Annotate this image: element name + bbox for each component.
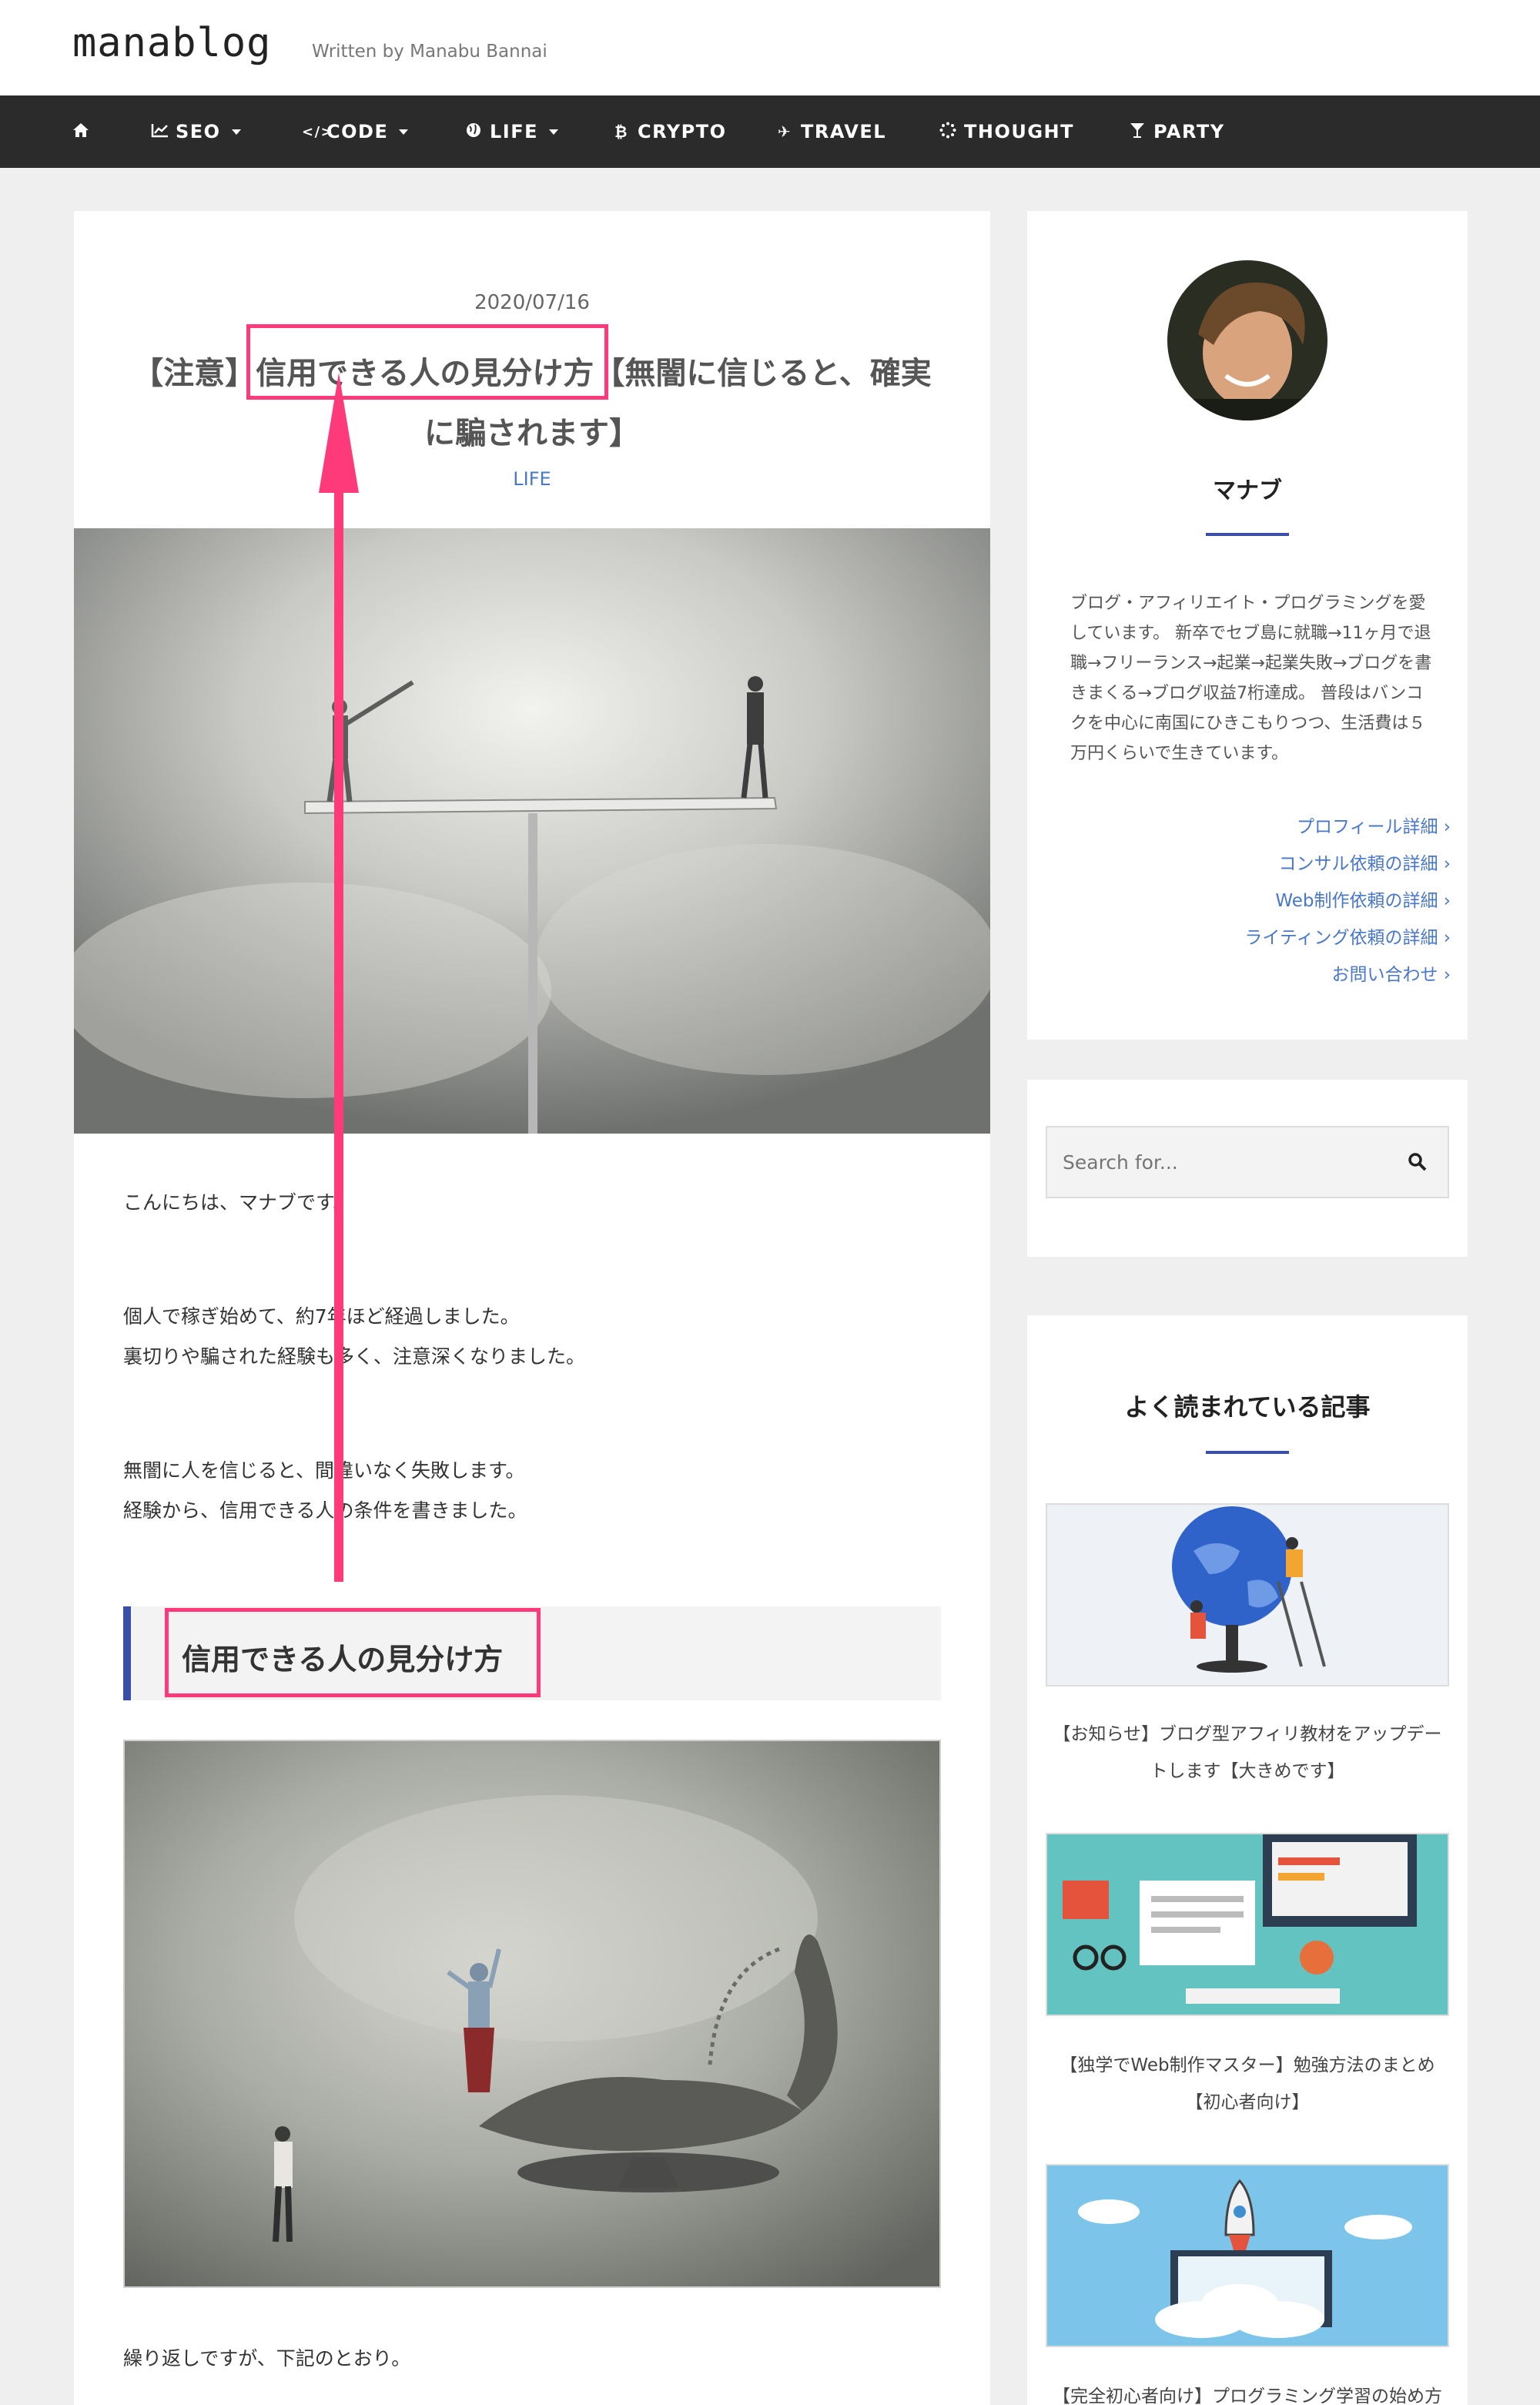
nav-travel[interactable]: ✈ TRAVEL	[776, 95, 886, 168]
cocktail-icon	[1129, 122, 1146, 142]
popular-posts-widget: よく読まれている記事 【お知らせ】ブログ型アフィリ教材をアップデー トします【大…	[1027, 1315, 1468, 2405]
nav-party-label: PARTY	[1153, 121, 1225, 142]
popular-post-title-cont[interactable]: 【初心者向け】	[1046, 2084, 1449, 2121]
line-chart-icon	[151, 122, 168, 142]
profile-detail-link[interactable]: プロフィール詳細 ›	[1297, 812, 1451, 838]
nav-crypto[interactable]: ₿ CRYPTO	[613, 95, 727, 168]
popular-post-thumbnail[interactable]	[1046, 1503, 1449, 1687]
popular-post-thumbnail[interactable]	[1046, 1833, 1449, 2016]
annotation-arrow-icon	[319, 373, 359, 1582]
code-icon: </>	[302, 123, 334, 140]
nav-party[interactable]: PARTY	[1129, 95, 1225, 168]
site-tagline: Written by Manabu Bannai	[312, 42, 547, 62]
profile-bio: ブログ・アフィリエイト・プログラミングを愛しています。 新卒でセブ島に就職→11…	[1070, 594, 1432, 763]
globe-icon	[465, 122, 482, 142]
home-icon	[72, 122, 89, 142]
annotation-heading-highlight	[165, 1608, 541, 1697]
web-production-request-link[interactable]: Web制作依頼の詳細 ›	[1275, 886, 1451, 912]
bitcoin-icon: ₿	[614, 122, 628, 141]
search-box	[1046, 1126, 1449, 1198]
popular-post-title-cont[interactable]: トします【大きめです】	[1046, 1753, 1449, 1790]
post-date: 2020/07/16	[474, 291, 590, 314]
nav-seo-label: SEO	[176, 121, 221, 142]
paragraph-closing: 繰り返しですが、下記のとおり。	[123, 2347, 411, 2370]
main-nav: SEO </> CODE LIFE ₿ CRYPTO ✈ TRAVEL THOU…	[0, 95, 1540, 168]
nav-home[interactable]	[72, 95, 89, 168]
profile-widget: マナブ ブログ・アフィリエイト・プログラミングを愛しています。 新卒でセブ島に就…	[1027, 211, 1468, 1040]
writing-request-link[interactable]: ライティング依頼の詳細 ›	[1244, 923, 1451, 949]
site-logo[interactable]: manablog	[72, 20, 271, 66]
nav-seo[interactable]: SEO	[151, 95, 241, 168]
post-category[interactable]: LIFE	[74, 468, 990, 490]
chevron-down-icon	[549, 129, 559, 135]
chevron-down-icon	[399, 129, 409, 135]
nav-life[interactable]: LIFE	[465, 95, 559, 168]
popular-post-title[interactable]: 【独学でWeb制作マスター】勉強方法のまとめ	[1046, 2047, 1449, 2084]
search-widget	[1027, 1080, 1468, 1257]
hero-image	[59, 528, 998, 1134]
popular-post-title[interactable]: 【完全初心者向け】プログラミング学習の始め方	[1046, 2378, 1449, 2405]
popular-title-underline	[1206, 1451, 1289, 1454]
annotation-title-highlight	[246, 324, 608, 400]
contact-link[interactable]: お問い合わせ ›	[1331, 960, 1451, 986]
avatar[interactable]	[1167, 260, 1327, 420]
article-card: 2020/07/16 【注意】信用できる人の見分け方【無闇に信じると、確実 に騙…	[59, 211, 998, 2405]
popular-post-thumbnail[interactable]	[1046, 2164, 1449, 2347]
spinner-icon	[939, 122, 956, 142]
popular-post-title[interactable]: 【お知らせ】ブログ型アフィリ教材をアップデー	[1046, 1716, 1449, 1753]
nav-thought-label: THOUGHT	[964, 121, 1075, 142]
popular-posts-title: よく読まれている記事	[1124, 1392, 1371, 1422]
nav-code-label: CODE	[326, 121, 389, 142]
profile-name: マナブ	[1213, 477, 1282, 504]
post-title-line-2: に騙されます】	[424, 416, 640, 451]
site-header: manablog Written by Manabu Bannai	[0, 0, 1540, 95]
nav-code[interactable]: </> CODE	[302, 95, 409, 168]
profile-name-underline	[1206, 533, 1289, 536]
nav-thought[interactable]: THOUGHT	[939, 95, 1074, 168]
lamp-image	[123, 1740, 941, 2288]
nav-crypto-label: CRYPTO	[638, 121, 727, 142]
plane-icon: ✈	[777, 122, 792, 141]
chevron-down-icon	[231, 129, 241, 135]
nav-life-label: LIFE	[490, 121, 539, 142]
nav-travel-label: TRAVEL	[801, 121, 887, 142]
search-icon[interactable]	[1408, 1152, 1428, 1172]
search-input[interactable]	[1047, 1127, 1394, 1197]
consult-request-link[interactable]: コンサル依頼の詳細 ›	[1278, 849, 1451, 875]
